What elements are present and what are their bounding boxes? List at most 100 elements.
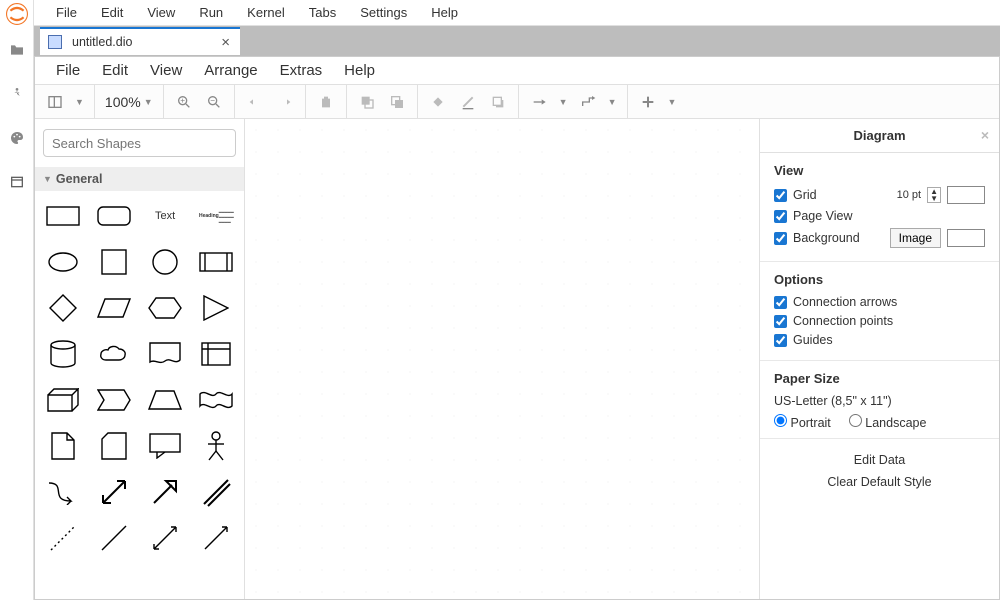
drawio-menu-bar: File Edit View Arrange Extras Help [35, 57, 999, 85]
drawio-menu-extras[interactable]: Extras [269, 59, 334, 82]
shape-triangle[interactable] [195, 293, 238, 323]
landscape-radio[interactable]: Landscape [849, 414, 927, 430]
shape-line[interactable] [92, 523, 135, 553]
options-heading: Options [774, 272, 985, 287]
shape-curve[interactable] [41, 477, 84, 507]
clear-style-link[interactable]: Clear Default Style [774, 471, 985, 493]
jupyter-logo [6, 3, 28, 25]
paper-size-select[interactable]: US-Letter (8,5" x 11") [774, 394, 985, 408]
shape-process[interactable] [195, 247, 238, 277]
insert-icon[interactable] [638, 92, 658, 112]
shape-text[interactable]: Text [144, 201, 187, 231]
shape-square[interactable] [92, 247, 135, 277]
background-checkbox[interactable] [774, 232, 787, 245]
to-back-icon[interactable] [387, 92, 407, 112]
shape-search[interactable] [43, 129, 236, 157]
points-checkbox[interactable] [774, 315, 787, 328]
canvas[interactable]: ➤ [245, 119, 759, 599]
shape-step[interactable] [92, 385, 135, 415]
redo-icon[interactable] [275, 92, 295, 112]
tab-title: untitled.dio [72, 35, 132, 49]
shapes-sidebar: ▼General Text Heading━━━━━━━━━━━━━━ [35, 119, 245, 599]
shape-circle[interactable] [144, 247, 187, 277]
portrait-radio[interactable]: Portrait [774, 414, 831, 430]
menu-settings[interactable]: Settings [348, 1, 419, 24]
grid-checkbox[interactable] [774, 189, 787, 202]
menu-file[interactable]: File [44, 1, 89, 24]
shape-cylinder[interactable] [41, 339, 84, 369]
shape-actor[interactable] [195, 431, 238, 461]
shape-dashed[interactable] [41, 523, 84, 553]
stroke-icon[interactable] [458, 92, 478, 112]
shape-palette: Text Heading━━━━━━━━━━━━━━ [35, 191, 244, 563]
running-icon[interactable] [7, 84, 27, 104]
shape-arrow[interactable] [144, 477, 187, 507]
guides-checkbox[interactable] [774, 334, 787, 347]
shape-search-input[interactable] [52, 136, 228, 151]
grid-stepper[interactable]: ▲▼ [927, 187, 941, 203]
shapes-category-general[interactable]: ▼General [35, 167, 244, 191]
grid-color-swatch[interactable] [947, 186, 985, 204]
shape-bidir-arrow[interactable] [92, 477, 135, 507]
shape-tape[interactable] [195, 385, 238, 415]
zoom-in-icon[interactable] [174, 92, 194, 112]
jupyter-menu-bar: File Edit View Run Kernel Tabs Settings … [34, 0, 1000, 26]
shape-dir-thin[interactable] [195, 523, 238, 553]
shape-callout[interactable] [144, 431, 187, 461]
zoom-out-icon[interactable] [204, 92, 224, 112]
caret-icon[interactable]: ▼ [75, 97, 84, 107]
menu-help[interactable]: Help [419, 1, 470, 24]
shape-card[interactable] [92, 431, 135, 461]
shape-bidir-thin[interactable] [144, 523, 187, 553]
arrows-checkbox[interactable] [774, 296, 787, 309]
drawio-menu-help[interactable]: Help [333, 59, 386, 82]
undo-icon[interactable] [245, 92, 265, 112]
shape-link[interactable] [195, 477, 238, 507]
view-heading: View [774, 163, 985, 178]
paper-heading: Paper Size [774, 371, 985, 386]
menu-kernel[interactable]: Kernel [235, 1, 297, 24]
grid-size-value: 10 pt [897, 189, 921, 201]
window-icon[interactable] [7, 172, 27, 192]
shape-cube[interactable] [41, 385, 84, 415]
menu-view[interactable]: View [135, 1, 187, 24]
menu-run[interactable]: Run [187, 1, 235, 24]
waypoint-icon[interactable] [578, 92, 598, 112]
shape-parallelogram[interactable] [92, 293, 135, 323]
zoom-dropdown[interactable]: 100%▼ [105, 94, 153, 110]
folder-icon[interactable] [7, 40, 27, 60]
bg-color-swatch[interactable] [947, 229, 985, 247]
palette-icon[interactable] [7, 128, 27, 148]
shape-document[interactable] [144, 339, 187, 369]
drawio-toolbar: ▼ 100%▼ [35, 85, 999, 119]
menu-edit[interactable]: Edit [89, 1, 135, 24]
shape-internal-storage[interactable] [195, 339, 238, 369]
edit-data-link[interactable]: Edit Data [774, 449, 985, 471]
drawio-menu-file[interactable]: File [45, 59, 91, 82]
to-front-icon[interactable] [357, 92, 377, 112]
shape-hexagon[interactable] [144, 293, 187, 323]
delete-icon[interactable] [316, 92, 336, 112]
shape-ellipse[interactable] [41, 247, 84, 277]
shape-cloud[interactable] [92, 339, 135, 369]
shape-heading[interactable]: Heading━━━━━━━━━━━━━━ [195, 201, 238, 231]
menu-tabs[interactable]: Tabs [297, 1, 348, 24]
shadow-icon[interactable] [488, 92, 508, 112]
shape-trapezoid[interactable] [144, 385, 187, 415]
image-button[interactable]: Image [890, 228, 941, 248]
close-icon[interactable]: × [221, 34, 230, 51]
pageview-checkbox[interactable] [774, 210, 787, 223]
shape-note[interactable] [41, 431, 84, 461]
connection-icon[interactable] [529, 92, 549, 112]
drawio-menu-view[interactable]: View [139, 59, 193, 82]
activity-bar [0, 0, 34, 600]
close-panel-icon[interactable]: × [981, 127, 989, 143]
tab-untitled[interactable]: untitled.dio × [40, 27, 240, 55]
drawio-menu-edit[interactable]: Edit [91, 59, 139, 82]
fill-icon[interactable] [428, 92, 448, 112]
drawio-menu-arrange[interactable]: Arrange [193, 59, 268, 82]
shape-rounded-rect[interactable] [92, 201, 135, 231]
shape-diamond[interactable] [41, 293, 84, 323]
shape-rect[interactable] [41, 201, 84, 231]
view-icon[interactable] [45, 92, 65, 112]
